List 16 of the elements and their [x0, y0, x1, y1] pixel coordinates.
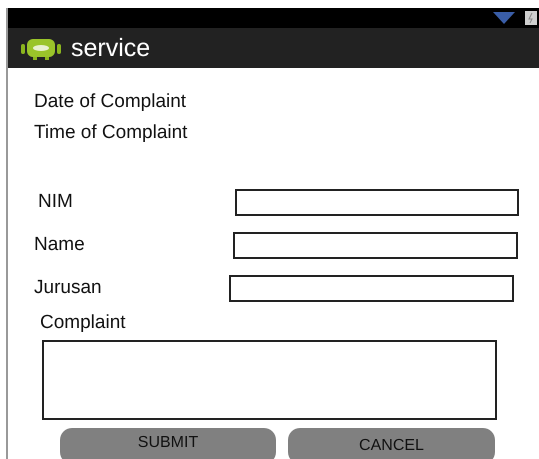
- info-label: Time of Complaint: [34, 121, 188, 145]
- field-label: Complaint: [39, 312, 127, 334]
- signal-icon: [493, 12, 515, 24]
- info-label: Date of Complaint: [34, 90, 188, 114]
- input-field[interactable]: [235, 188, 519, 216]
- input-field[interactable]: [229, 274, 514, 302]
- field-label: Jurusan: [34, 277, 103, 299]
- cancel-button[interactable]: CANCEL: [288, 428, 495, 459]
- submit-button[interactable]: SUBMIT: [60, 428, 276, 459]
- input-field[interactable]: [233, 232, 518, 258]
- complaint-field[interactable]: [42, 340, 497, 420]
- robot-icon: [21, 36, 61, 60]
- field-label: Name: [34, 234, 86, 256]
- app-title: service: [71, 34, 150, 62]
- field-label: NIM: [37, 191, 74, 213]
- battery-icon: [525, 11, 537, 25]
